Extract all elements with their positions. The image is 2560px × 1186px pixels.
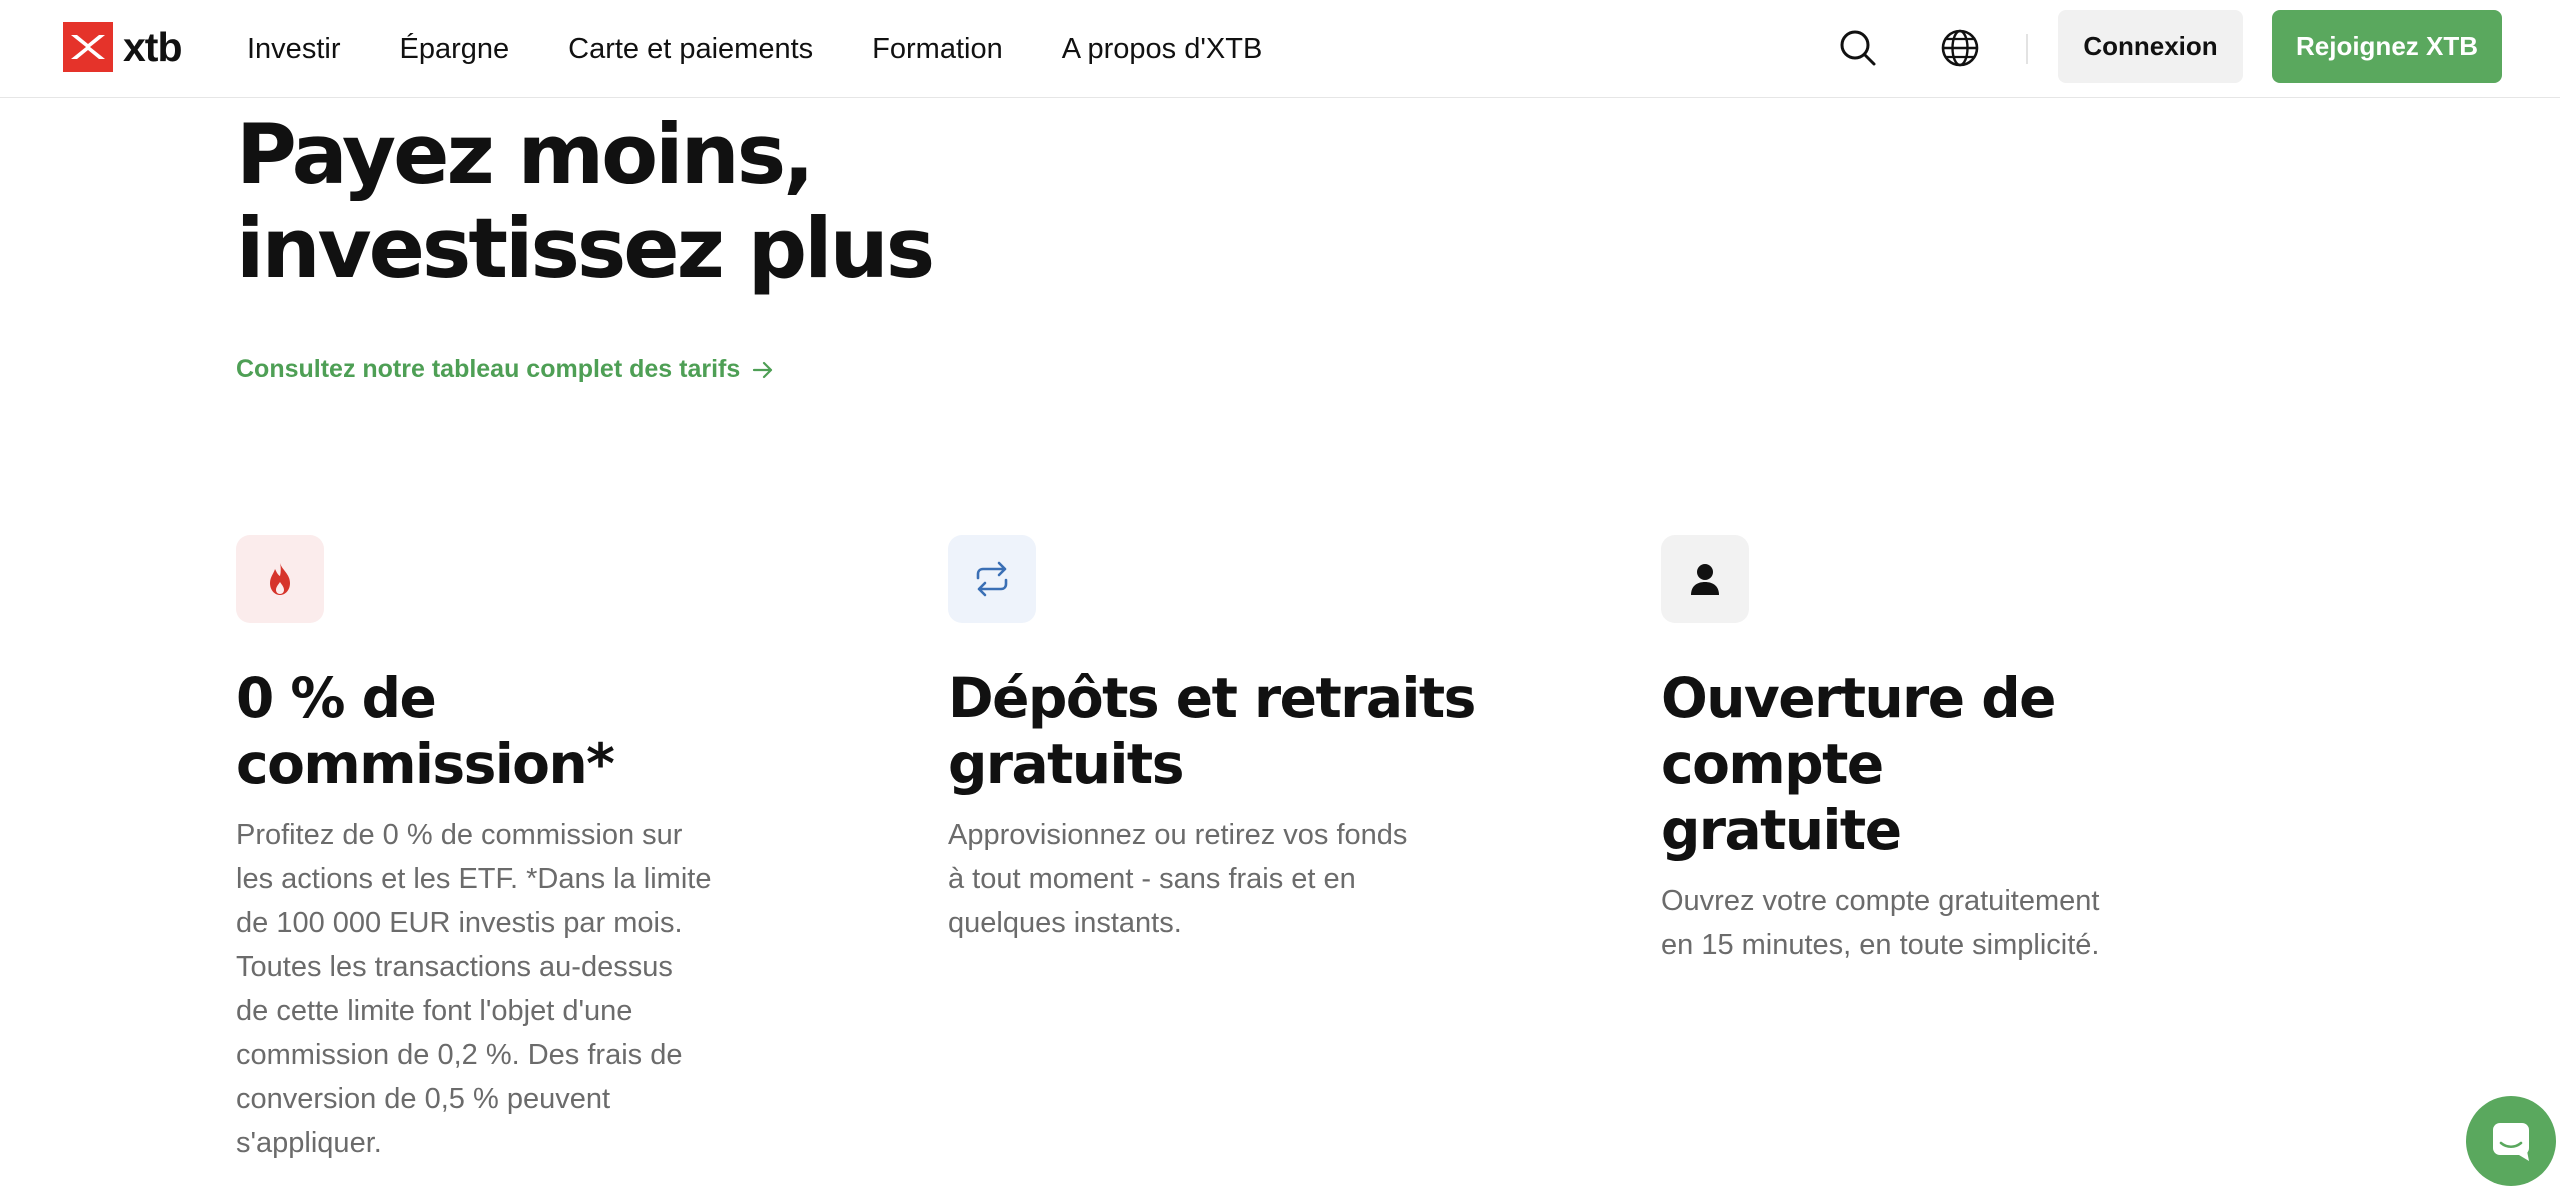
nav-item-epargne[interactable]: Épargne [399,33,509,66]
hero-title: Payez moins, investissez plus [236,106,935,297]
feature-title: 0 % de commission* [236,666,615,796]
globe-icon[interactable] [1938,26,1982,70]
feature-description: Approvisionnez ou retirez vos fonds à to… [948,819,1408,939]
feature-title: Ouverture de compte gratuite [1661,666,2056,862]
xtb-logo[interactable]: xtb [63,22,182,72]
feature-deposits: Dépôts et retraits gratuits Approvisionn… [948,535,1508,945]
tariff-link-label: Consultez notre tableau complet des tari… [236,355,741,383]
feature-account-opening: Ouverture de compte gratuite Ouvrez votr… [1661,535,2221,967]
feature-description: Profitez de 0 % de commission sur les ac… [236,819,712,1159]
feature-description: Ouvrez votre compte gratuitement en 15 m… [1661,885,2100,961]
repeat-arrows-icon [948,535,1036,623]
tariff-table-link[interactable]: Consultez notre tableau complet des tari… [236,355,774,384]
chat-icon[interactable] [2466,1096,2556,1186]
feature-title: Dépôts et retraits gratuits [948,666,1476,796]
login-button[interactable]: Connexion [2058,10,2243,83]
user-icon [1661,535,1749,623]
hero-title-line2: investissez plus [236,200,935,297]
site-header: xtb Investir Épargne Carte et paiements … [0,0,2560,98]
search-icon[interactable] [1836,26,1880,70]
brand-name: xtb [123,23,182,70]
feature-commission: 0 % de commission* Profitez de 0 % de co… [236,535,796,1165]
main-nav: Investir Épargne Carte et paiements Form… [247,0,1321,98]
nav-item-formation[interactable]: Formation [872,33,1003,66]
nav-item-a-propos[interactable]: A propos d'XTB [1062,33,1263,66]
flame-icon [236,535,324,623]
join-button[interactable]: Rejoignez XTB [2272,10,2502,83]
nav-item-investir[interactable]: Investir [247,33,340,66]
header-divider [2026,34,2028,64]
nav-item-carte-paiements[interactable]: Carte et paiements [568,33,813,66]
xtb-logo-icon [63,22,113,72]
hero-title-line1: Payez moins, [236,106,815,203]
arrow-right-icon [753,361,773,378]
